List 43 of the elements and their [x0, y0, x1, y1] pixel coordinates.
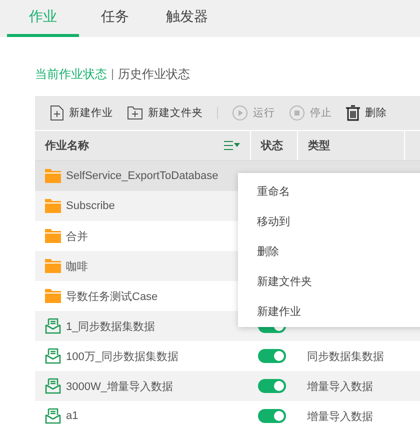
column-header: 作业名称 — [35, 131, 251, 160]
job-name: 3000W_增量导入数据 — [66, 380, 173, 394]
new-file-icon — [50, 105, 64, 121]
play-icon — [232, 105, 248, 121]
envelope-icon — [45, 348, 61, 364]
job-type: 增量导入数据 — [307, 410, 373, 424]
job-name: Subscribe — [66, 200, 115, 212]
job-name: 1_同步数据集数据 — [66, 320, 156, 334]
job-name: SelfService_ExportToDatabase — [66, 170, 218, 182]
toolbar-button[interactable]: 新建作业 — [50, 105, 113, 121]
toolbar-button[interactable]: 删除 — [346, 105, 387, 121]
tab[interactable]: 任务 — [79, 0, 151, 37]
menu-item[interactable]: 移动到 — [238, 206, 420, 236]
status-tab[interactable]: 历史作业状态 — [118, 66, 190, 82]
new-folder-icon — [127, 106, 143, 120]
toolbar-button[interactable]: 新建文件夹 — [127, 106, 203, 120]
job-name: 合并 — [66, 230, 88, 244]
envelope-icon — [45, 408, 61, 424]
folder-icon — [45, 169, 61, 183]
filter-icon[interactable] — [224, 141, 240, 150]
envelope-icon — [45, 378, 61, 394]
tab[interactable]: 触发器 — [151, 0, 223, 37]
trash-icon — [346, 105, 360, 121]
toggle-switch[interactable] — [258, 409, 286, 423]
folder-icon — [45, 289, 61, 303]
toggle-switch[interactable] — [258, 349, 286, 363]
job-name: a1 — [66, 410, 78, 422]
table-row[interactable]: 3000W_增量导入数据 增量导入数据 — [35, 371, 420, 401]
folder-icon — [45, 199, 61, 213]
job-type: 增量导入数据 — [307, 380, 373, 394]
column-header: 状态 — [251, 131, 298, 160]
folder-icon — [45, 259, 61, 273]
job-type: 同步数据集数据 — [307, 350, 384, 364]
menu-item[interactable]: 删除 — [238, 236, 420, 266]
toggle-switch[interactable] — [258, 379, 286, 393]
menu-item[interactable]: 新建文件夹 — [238, 266, 420, 296]
envelope-icon — [45, 318, 61, 334]
column-header: 类型 — [298, 131, 405, 160]
folder-icon — [45, 229, 61, 243]
job-name: 导数任务测试Case — [66, 290, 158, 304]
job-name: 100万_同步数据集数据 — [66, 350, 178, 364]
job-name: 咖啡 — [66, 260, 88, 274]
stop-icon — [289, 105, 305, 121]
